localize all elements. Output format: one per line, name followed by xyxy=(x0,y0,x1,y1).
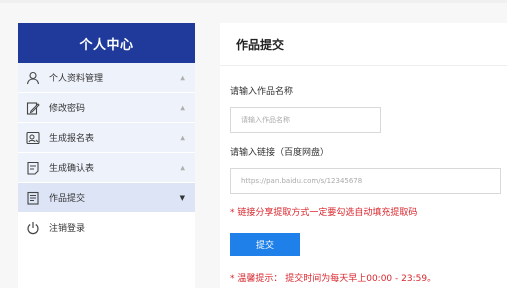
edit-icon xyxy=(26,101,40,115)
submit-document-icon xyxy=(26,191,40,205)
sidebar-item-label: 注销登录 xyxy=(49,224,86,234)
id-card-icon xyxy=(26,131,40,145)
sidebar-item-registration-form[interactable]: 生成报名表 ▲ xyxy=(18,123,195,153)
sidebar-item-logout[interactable]: 注销登录 xyxy=(18,213,195,243)
sidebar-item-label: 作品提交 xyxy=(49,194,86,204)
chevron-up-icon: ▲ xyxy=(180,104,185,111)
main-panel: 作品提交 请输入作品名称 请输入链接（百度网盘） * 链接分享提取方式一定要勾选… xyxy=(220,23,507,288)
link-input[interactable] xyxy=(230,168,501,194)
sidebar-title: 个人中心 xyxy=(18,23,195,63)
sidebar-item-work-submission[interactable]: 作品提交 ▼ xyxy=(18,183,195,213)
submit-button[interactable]: 提交 xyxy=(230,233,300,256)
chevron-up-icon: ▲ xyxy=(180,164,185,171)
work-name-label: 请输入作品名称 xyxy=(230,87,294,97)
sidebar-item-change-password[interactable]: 修改密码 ▲ xyxy=(18,93,195,123)
link-hint: * 链接分享提取方式一定要勾选自动填充提取码 xyxy=(230,208,418,218)
user-icon xyxy=(26,71,40,85)
sidebar-item-label: 修改密码 xyxy=(49,104,86,114)
chevron-up-icon: ▲ xyxy=(180,74,185,81)
link-label: 请输入链接（百度网盘） xyxy=(230,148,330,158)
chevron-down-icon: ▼ xyxy=(179,193,185,202)
sidebar-item-label: 生成确认表 xyxy=(49,164,95,174)
sidebar-item-label: 个人资料管理 xyxy=(49,74,104,84)
title-divider xyxy=(220,65,507,66)
chevron-up-icon: ▲ xyxy=(180,134,185,141)
page-title: 作品提交 xyxy=(236,38,285,52)
submission-notice: * 温馨提示： 提交时间为每天早上00:00 - 23:59。 xyxy=(230,274,437,284)
sidebar-item-confirmation-form[interactable]: 生成确认表 ▲ xyxy=(18,153,195,183)
document-icon xyxy=(26,161,40,175)
sidebar-item-label: 生成报名表 xyxy=(49,134,95,144)
work-name-input[interactable] xyxy=(230,107,381,133)
sidebar-item-profile[interactable]: 个人资料管理 ▲ xyxy=(18,63,195,93)
power-icon xyxy=(26,221,40,235)
sidebar: 个人中心 个人资料管理 ▲ 修改密码 ▲ 生成报名表 ▲ 生成确认表 ▲ 作品提… xyxy=(18,23,195,288)
